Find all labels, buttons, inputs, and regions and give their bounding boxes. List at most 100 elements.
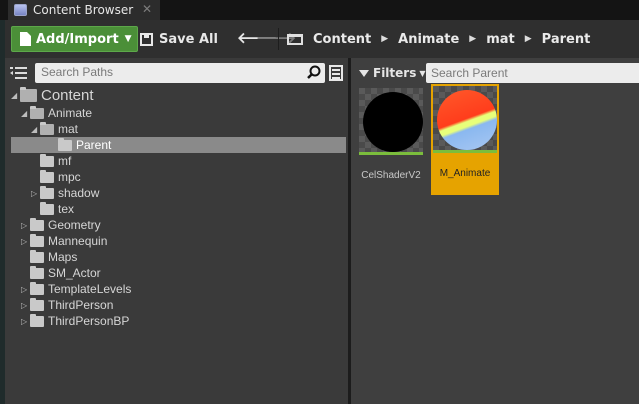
folder-icon	[40, 153, 54, 167]
tree-item-content[interactable]: ◢ Content	[11, 86, 94, 104]
tree-item-mannequin[interactable]: ▷ Mannequin	[21, 233, 107, 249]
folder-icon	[30, 265, 44, 279]
tree-item-label: Maps	[48, 250, 78, 264]
material-sphere-preview	[437, 90, 497, 150]
tree-item-sm-actor[interactable]: SM_Actor	[21, 265, 101, 281]
folder-open-icon[interactable]	[287, 33, 303, 45]
tree-item-label: SM_Actor	[48, 266, 101, 280]
filter-icon	[359, 69, 369, 77]
folder-icon	[58, 137, 72, 151]
folder-icon	[30, 313, 44, 327]
asset-tile[interactable]: CelShaderV2	[357, 86, 425, 197]
expand-closed-icon[interactable]: ▷	[21, 237, 29, 246]
tree-item-label: Mannequin	[48, 234, 108, 248]
new-document-icon	[20, 32, 31, 46]
tree-item-mat[interactable]: ◢ mat	[31, 121, 78, 137]
sources-toggle-icon[interactable]	[10, 65, 27, 79]
content-browser-icon	[14, 4, 27, 16]
tree-item-label: ThirdPersonBP	[48, 314, 130, 328]
view-options-icon[interactable]	[329, 65, 343, 81]
asset-tile-selected[interactable]: M_Animate	[431, 84, 499, 195]
folder-icon	[30, 297, 44, 311]
filters-button[interactable]: Filters ▼	[359, 65, 426, 81]
tree-item-label: ThirdPerson	[48, 298, 114, 312]
expand-open-icon[interactable]: ◢	[21, 109, 29, 118]
asset-thumbnail	[359, 88, 423, 152]
asset-thumbnail	[433, 86, 497, 150]
material-sphere-preview	[363, 92, 423, 152]
tree-item-thirdpersonbp[interactable]: ▷ ThirdPersonBP	[21, 313, 129, 329]
save-icon	[140, 32, 153, 46]
tree-item-mf[interactable]: mf	[31, 153, 71, 169]
tree-item-maps[interactable]: Maps	[21, 249, 77, 265]
tree-item-thirdperson[interactable]: ▷ ThirdPerson	[21, 297, 113, 313]
breadcrumb: Content ▶ Animate ▶ mat ▶ Parent	[287, 27, 590, 51]
tree-item-label: TemplateLevels	[48, 282, 132, 296]
expand-closed-icon[interactable]: ▷	[21, 301, 29, 310]
tree-item-label: mpc	[58, 170, 81, 184]
save-all-label: Save All	[159, 31, 218, 47]
sources-panel: Search Paths ◢ Content ◢ Animate ◢ mat Parent m…	[5, 58, 348, 404]
tree-item-label: Parent	[76, 138, 112, 152]
asset-label: M_Animate	[439, 168, 491, 179]
expand-closed-icon[interactable]: ▷	[21, 221, 29, 230]
folder-icon	[30, 217, 44, 231]
tree-item-shadow[interactable]: ▷ shadow	[31, 185, 99, 201]
tree-item-parent[interactable]: Parent	[11, 137, 346, 153]
expand-open-icon[interactable]: ◢	[11, 91, 19, 100]
breadcrumb-item-content[interactable]: Content	[313, 32, 371, 47]
breadcrumb-arrow-icon[interactable]: ▶	[525, 34, 532, 44]
search-assets-input[interactable]: Search Parent	[426, 63, 639, 83]
tree-item-label: Content	[41, 86, 94, 104]
tree-item-label: Animate	[48, 106, 93, 120]
tree-item-tex[interactable]: tex	[31, 201, 74, 217]
save-all-button[interactable]: Save All	[140, 27, 218, 51]
breadcrumb-item-animate[interactable]: Animate	[398, 32, 459, 47]
folder-icon	[30, 249, 44, 263]
chevron-down-icon: ▼	[124, 34, 132, 44]
tree-item-label: Geometry	[48, 218, 101, 232]
asset-label: CelShaderV2	[361, 170, 421, 181]
folder-open-icon	[20, 86, 37, 102]
tree-item-geometry[interactable]: ▷ Geometry	[21, 217, 101, 233]
tree-item-templatelevels[interactable]: ▷ TemplateLevels	[21, 281, 131, 297]
expand-closed-icon[interactable]: ▷	[31, 189, 39, 198]
tab-strip: Content Browser ✕	[0, 0, 639, 20]
path-search-row: Search Paths	[5, 62, 348, 84]
asset-type-bar	[359, 152, 423, 155]
folder-open-icon	[30, 105, 44, 119]
breadcrumb-item-parent[interactable]: Parent	[542, 32, 591, 47]
expand-closed-icon[interactable]: ▷	[21, 317, 29, 326]
tab-content-browser[interactable]: Content Browser ✕	[8, 0, 160, 20]
search-icon	[307, 65, 321, 79]
asset-type-bar	[433, 150, 497, 153]
search-paths-input[interactable]: Search Paths	[35, 63, 325, 83]
tree-item-label: mat	[58, 122, 79, 136]
breadcrumb-item-mat[interactable]: mat	[486, 32, 515, 47]
folder-icon	[30, 233, 44, 247]
toolbar: Add/Import ▼ Save All 🡐 🡒 Content ▶ Anim…	[5, 20, 639, 58]
tree-item-mpc[interactable]: mpc	[31, 169, 81, 185]
add-import-button[interactable]: Add/Import ▼	[11, 26, 138, 52]
search-paths-placeholder: Search Paths	[41, 65, 114, 79]
expand-closed-icon[interactable]: ▷	[21, 285, 29, 294]
folder-icon	[40, 185, 54, 199]
breadcrumb-arrow-icon[interactable]: ▶	[469, 34, 476, 44]
tree-item-label: tex	[58, 202, 75, 216]
tree-item-label: shadow	[58, 186, 100, 200]
folder-icon	[40, 169, 54, 183]
toolbar-divider	[278, 28, 279, 50]
folder-open-icon	[40, 121, 54, 135]
chevron-down-icon: ▼	[419, 68, 426, 78]
tree-item-label: mf	[58, 154, 72, 168]
breadcrumb-arrow-icon[interactable]: ▶	[381, 34, 388, 44]
tab-title: Content Browser	[33, 3, 134, 17]
close-icon[interactable]: ✕	[142, 2, 152, 16]
search-assets-placeholder: Search Parent	[431, 66, 508, 80]
add-import-label: Add/Import	[36, 31, 119, 47]
folder-icon	[30, 281, 44, 295]
expand-open-icon[interactable]: ◢	[31, 125, 39, 134]
folder-icon	[40, 201, 54, 215]
filters-label: Filters	[373, 66, 417, 80]
tree-item-animate[interactable]: ◢ Animate	[21, 105, 92, 121]
